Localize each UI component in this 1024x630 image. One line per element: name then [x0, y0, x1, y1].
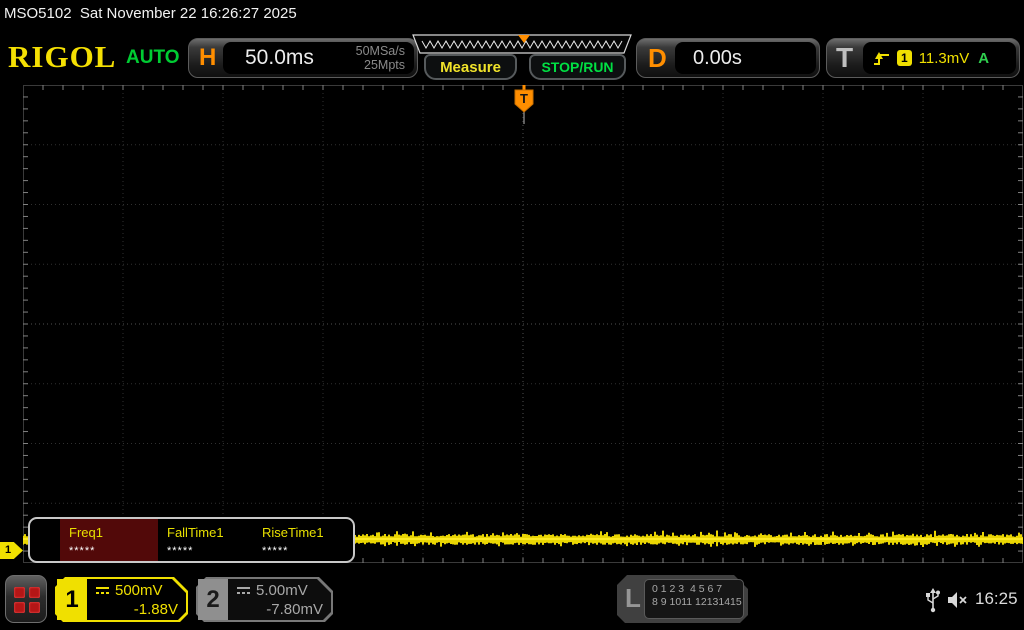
channel2-scale: 5.00mV [256, 582, 308, 599]
trigger-level-value: 11.3mV [919, 50, 970, 67]
measurement-freq1[interactable]: Freq1 ***** [60, 519, 158, 561]
delay-label: D [648, 39, 667, 77]
usb-icon [926, 588, 941, 613]
channel2-scale-row: 5.00mV [236, 582, 308, 599]
delay-panel[interactable]: D 0.00s [636, 38, 820, 78]
horizontal-label: H [199, 39, 216, 77]
channel1-number-tab: 1 [57, 579, 87, 620]
measurement-value: ***** [262, 545, 353, 557]
logic-label: L [625, 583, 641, 614]
clock: 16:25 [975, 589, 1018, 609]
graticule: T [23, 85, 1023, 563]
channel1-badge[interactable]: 1 500mV -1.88V [55, 577, 188, 622]
trigger-source-badge: 1 [897, 50, 912, 66]
grid-squares-icon [14, 587, 40, 613]
trigger-position-marker[interactable]: T [515, 85, 533, 124]
channel1-scale: 500mV [115, 582, 163, 599]
measurement-value: ***** [69, 545, 158, 557]
trigger-panel[interactable]: T 1 11.3mV A [826, 38, 1020, 78]
acquisition-rates: 50MSa/s 25Mpts [356, 44, 405, 73]
channel2-number-tab: 2 [198, 579, 228, 620]
trigger-edge-icon [873, 51, 890, 66]
measure-button[interactable]: Measure [424, 54, 517, 80]
speaker-muted-icon[interactable] [948, 590, 968, 610]
waveform-preview-strip[interactable] [408, 34, 636, 55]
trigger-pill: 1 11.3mV A [863, 42, 1016, 74]
sample-rate: 50MSa/s [356, 44, 405, 58]
logic-channel-panel: 0 1 2 3 4 5 6 7 8 9 1011 12131415 [644, 579, 744, 619]
trigger-sweep-mode: A [978, 50, 989, 67]
channel1-offset-marker[interactable]: 1 [0, 542, 23, 559]
channel2-badge[interactable]: 2 5.00mV -7.80mV [196, 577, 333, 622]
measurement-name: RiseTime1 [262, 525, 353, 540]
acquisition-mode-label: AUTO [126, 47, 179, 69]
dc-coupling-icon [236, 586, 251, 596]
measurement-box[interactable]: Freq1 ***** FallTime1 ***** RiseTime1 **… [28, 517, 355, 563]
measurement-falltime1[interactable]: FallTime1 ***** [158, 519, 253, 561]
logic-row-0-7: 0 1 2 3 4 5 6 7 [652, 583, 743, 596]
measurement-name: FallTime1 [167, 525, 253, 540]
oscilloscope-screen: MSO5102 Sat November 22 16:26:27 2025 RI… [0, 0, 1024, 630]
dc-coupling-icon [95, 586, 110, 596]
measurement-value: ***** [167, 545, 253, 557]
stop-run-button[interactable]: STOP/RUN [529, 54, 626, 80]
logic-row-8-15: 8 9 1011 12131415 [652, 596, 743, 609]
measurement-name: Freq1 [69, 525, 158, 540]
channel1-offset: -1.88V [134, 601, 178, 618]
channel2-offset: -7.80mV [266, 601, 323, 618]
trigger-label: T [836, 39, 853, 77]
channel1-scale-row: 500mV [95, 582, 163, 599]
delay-value: 0.00s [693, 47, 742, 70]
quick-menu-button[interactable] [5, 575, 47, 623]
memory-depth: 25Mpts [356, 58, 405, 72]
svg-text:T: T [520, 91, 528, 106]
logic-channels-badge[interactable]: L 0 1 2 3 4 5 6 7 8 9 1011 12131415 [617, 575, 748, 623]
measurement-box-spacer [30, 519, 60, 561]
horizontal-pill: 50.0ms 50MSa/s 25Mpts [223, 42, 414, 74]
horizontal-panel[interactable]: H 50.0ms 50MSa/s 25Mpts [188, 38, 418, 78]
timebase-value: 50.0ms [245, 46, 314, 70]
delay-pill: 0.00s [675, 42, 816, 74]
rigol-logo: RIGOL [8, 39, 116, 75]
model-and-datetime: MSO5102 Sat November 22 16:26:27 2025 [4, 5, 297, 22]
measurement-risetime1[interactable]: RiseTime1 ***** [253, 519, 353, 561]
